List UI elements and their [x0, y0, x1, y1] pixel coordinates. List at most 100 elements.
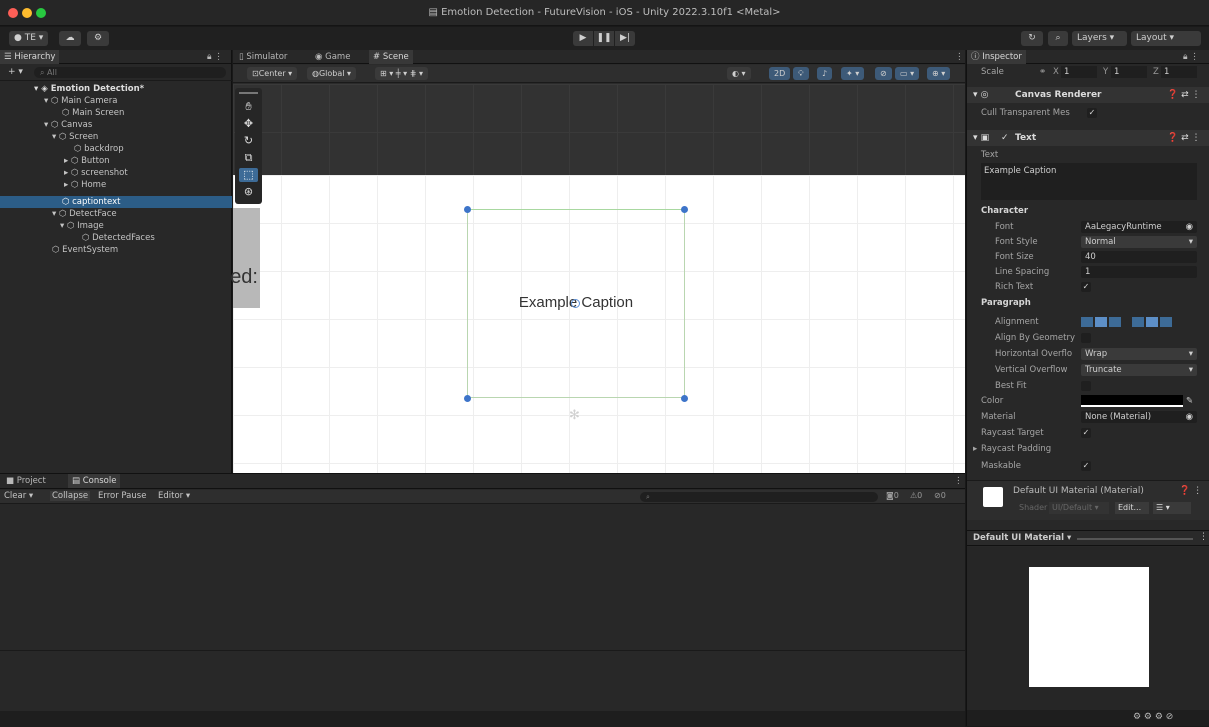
- rect-tool[interactable]: ⬚: [239, 168, 258, 182]
- object-picker-icon[interactable]: ◉: [1186, 411, 1193, 423]
- component-menu-icon[interactable]: ❓ ⇄ ⋮: [1167, 130, 1200, 146]
- editor-dropdown[interactable]: Editor ▾: [158, 491, 190, 501]
- list-item[interactable]: ⬡ backdrop: [0, 143, 232, 155]
- layers-dropdown[interactable]: Layers ▾: [1072, 31, 1127, 46]
- scale-y-input[interactable]: 1: [1111, 66, 1147, 78]
- horizontal-overflow-dropdown[interactable]: Wrap ▾: [1081, 348, 1197, 360]
- tab-hierarchy[interactable]: ☰ Hierarchy: [0, 50, 60, 64]
- align-middle-button[interactable]: [1146, 317, 1158, 327]
- align-geometry-checkbox[interactable]: .: [1081, 333, 1091, 343]
- resize-handle[interactable]: [464, 206, 471, 213]
- visibility-toggle[interactable]: ⊘: [875, 67, 892, 80]
- pivot-handle[interactable]: [571, 299, 580, 308]
- log-toggle[interactable]: ◙0: [886, 491, 899, 500]
- list-item[interactable]: ▾ ⬡ Image: [0, 220, 232, 232]
- list-item[interactable]: ▾ ◈ Emotion Detection*: [0, 83, 232, 95]
- console-divider[interactable]: [0, 650, 965, 651]
- shader-dropdown[interactable]: UI/Default ▾: [1049, 502, 1109, 514]
- raycast-target-checkbox[interactable]: ✓: [1081, 428, 1091, 438]
- text-component-header[interactable]: ▾ ▣ ✓ Text ❓ ⇄ ⋮: [967, 130, 1209, 146]
- history-button[interactable]: ↻: [1021, 31, 1043, 46]
- services-button[interactable]: ⚙: [87, 31, 109, 46]
- collapse-toggle[interactable]: Collapse: [50, 491, 91, 501]
- font-style-dropdown[interactable]: Normal ▾: [1081, 236, 1197, 248]
- error-pause-toggle[interactable]: Error Pause: [98, 491, 146, 501]
- rich-text-checkbox[interactable]: ✓: [1081, 282, 1091, 292]
- edit-shader-button[interactable]: Edit...: [1115, 502, 1149, 514]
- list-item[interactable]: ⬡ Main Screen: [0, 107, 232, 119]
- material-field[interactable]: None (Material) ◉: [1081, 411, 1197, 423]
- audio-toggle[interactable]: ♪: [817, 67, 833, 80]
- font-field[interactable]: AaLegacyRuntime ◉: [1081, 221, 1197, 233]
- align-bottom-button[interactable]: [1160, 317, 1172, 327]
- resize-handle[interactable]: [681, 395, 688, 402]
- layout-dropdown[interactable]: Layout ▾: [1131, 31, 1201, 46]
- text-content-area[interactable]: Example Caption: [981, 163, 1197, 200]
- hierarchy-search-input[interactable]: ⌕ All: [34, 67, 226, 78]
- color-swatch[interactable]: [1081, 395, 1183, 407]
- list-item[interactable]: ▸ ⬡ Button: [0, 155, 232, 167]
- line-spacing-input[interactable]: 1: [1081, 266, 1197, 278]
- object-picker-icon[interactable]: ◉: [1186, 221, 1193, 233]
- space-dropdown[interactable]: ◍Global ▾: [307, 67, 357, 80]
- error-toggle[interactable]: ⊘0: [934, 491, 946, 500]
- console-search-input[interactable]: ⌕: [640, 492, 878, 502]
- list-item[interactable]: ▾ ⬡ Screen: [0, 131, 232, 143]
- list-item[interactable]: ⬡ DetectedFaces: [0, 232, 232, 244]
- hand-tool[interactable]: ✋︎: [239, 100, 258, 114]
- list-item[interactable]: ▾ ⬡ Main Camera: [0, 95, 232, 107]
- step-button[interactable]: ▶|: [615, 31, 635, 46]
- text-enabled-checkbox[interactable]: ✓: [1001, 130, 1009, 146]
- list-item[interactable]: ▸ ⬡ screenshot: [0, 167, 232, 179]
- tab-project[interactable]: ■ Project: [2, 474, 50, 488]
- cloud-button[interactable]: ☁: [59, 31, 81, 46]
- scale-tool[interactable]: ⧉: [239, 151, 258, 165]
- font-size-input[interactable]: 40: [1081, 251, 1197, 263]
- list-item[interactable]: ⬡ captiontext: [0, 196, 232, 208]
- transform-tool[interactable]: ⊛: [239, 185, 258, 199]
- tab-scene[interactable]: # Scene: [369, 50, 413, 64]
- warning-toggle[interactable]: ⚠0: [910, 491, 922, 500]
- tab-simulator[interactable]: ▯ Simulator: [235, 50, 291, 64]
- maskable-checkbox[interactable]: ✓: [1081, 461, 1091, 471]
- raycast-padding-row[interactable]: ▸ Raycast Padding: [967, 442, 1209, 456]
- eyedropper-icon[interactable]: ✎: [1186, 394, 1193, 408]
- tab-console[interactable]: ▤ Console: [68, 474, 121, 488]
- pivot-dropdown[interactable]: ⊡Center ▾: [247, 67, 298, 80]
- resize-handle[interactable]: [681, 206, 688, 213]
- lighting-toggle[interactable]: 💡︎: [793, 67, 809, 80]
- lock-icon[interactable]: 🔒︎ ⋮: [1179, 50, 1203, 64]
- list-item[interactable]: ▸ ⬡ Home: [0, 179, 232, 191]
- list-item[interactable]: ⬡ EventSystem: [0, 244, 232, 256]
- list-item[interactable]: ▾ ⬡ DetectFace: [0, 208, 232, 220]
- material-menu-icon[interactable]: ❓ ⋮: [1179, 486, 1202, 496]
- account-dropdown[interactable]: ● TE ▾: [9, 31, 49, 46]
- list-item[interactable]: ▾ ⬡ Canvas: [0, 119, 232, 131]
- component-menu-icon[interactable]: ❓ ⇄ ⋮: [1167, 87, 1200, 103]
- align-right-button[interactable]: [1109, 317, 1121, 327]
- canvas-renderer-header[interactable]: ▾ ◎ Canvas Renderer ❓ ⇄ ⋮: [967, 87, 1209, 103]
- play-button[interactable]: ▶: [573, 31, 593, 46]
- console-menu-icon[interactable]: ⋮: [950, 474, 967, 488]
- shader-menu-dropdown[interactable]: ☰ ▾: [1153, 502, 1191, 514]
- scale-z-input[interactable]: 1: [1161, 66, 1197, 78]
- preview-menu-icon[interactable]: ⋮: [1199, 532, 1208, 542]
- anchor-icon[interactable]: ✻: [569, 408, 580, 423]
- move-tool[interactable]: ✥: [239, 117, 258, 131]
- rotate-tool[interactable]: ↻: [239, 134, 258, 148]
- link-icon[interactable]: ⚭: [1039, 65, 1046, 79]
- align-top-button[interactable]: [1132, 317, 1144, 327]
- snap-dropdown[interactable]: ⊞ ▾ ╪ ▾ ⋕ ▾: [375, 67, 428, 80]
- lock-icon[interactable]: 🔒︎ ⋮: [203, 50, 227, 64]
- status-icons[interactable]: ⚙ ⚙ ⚙ ⊘: [1133, 712, 1173, 722]
- align-center-button[interactable]: [1095, 317, 1107, 327]
- scale-x-input[interactable]: 1: [1061, 66, 1097, 78]
- tab-game[interactable]: ◉ Game: [311, 50, 354, 64]
- clear-dropdown[interactable]: Clear ▾: [4, 491, 33, 501]
- effects-dropdown[interactable]: ✦ ▾: [841, 67, 865, 80]
- search-button[interactable]: ⌕: [1048, 31, 1068, 46]
- preview-slider[interactable]: [1077, 538, 1193, 540]
- tab-inspector[interactable]: ⓘ Inspector: [967, 50, 1026, 64]
- align-left-button[interactable]: [1081, 317, 1093, 327]
- 2d-toggle[interactable]: 2D: [769, 67, 791, 80]
